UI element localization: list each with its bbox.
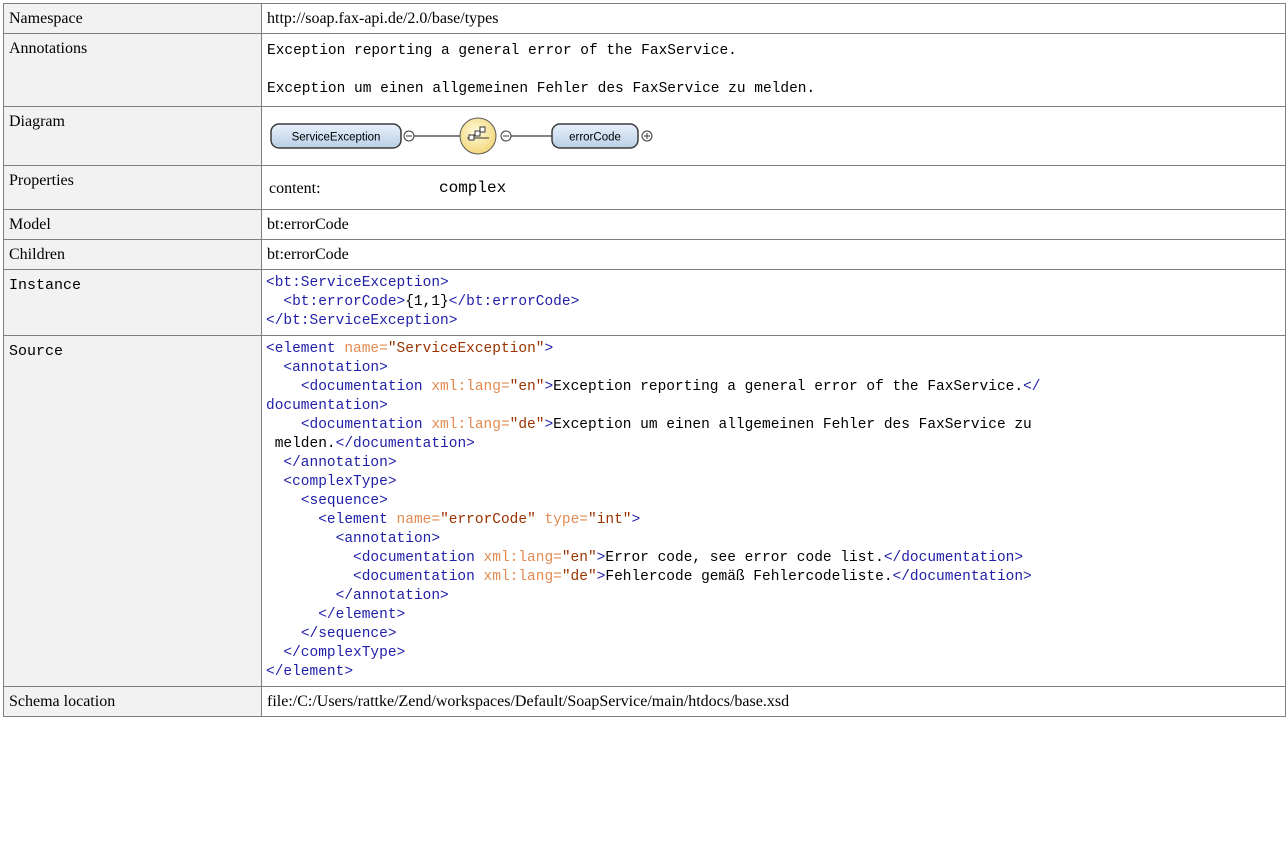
diagram-label: Diagram xyxy=(3,106,262,166)
properties-cell: content: complex xyxy=(261,165,1286,210)
schema-properties-table: Namespace http://soap.fax-api.de/2.0/bas… xyxy=(3,3,1286,717)
instance-code: <bt:ServiceException> <bt:errorCode>{1,1… xyxy=(266,275,580,329)
annotations-value: Exception reporting a general error of t… xyxy=(261,33,1286,107)
children-label: Children xyxy=(3,239,262,270)
property-content: content: complex xyxy=(267,171,1280,204)
children-value: bt:errorCode xyxy=(261,239,1286,270)
source-label: Source xyxy=(3,335,262,687)
source-cell: <element name="ServiceException"> <annot… xyxy=(261,335,1286,687)
row-instance: Instance <bt:ServiceException> <bt:error… xyxy=(3,269,1286,336)
annotation-de: Exception um einen allgemeinen Fehler de… xyxy=(267,81,816,97)
properties-label: Properties xyxy=(3,165,262,210)
schema-diagram: ServiceException errorCode xyxy=(267,112,1280,160)
row-properties: Properties content: complex xyxy=(3,165,1286,210)
row-namespace: Namespace http://soap.fax-api.de/2.0/bas… xyxy=(3,3,1286,34)
element-box-errorcode[interactable]: errorCode xyxy=(551,123,639,149)
sequence-compositor-icon[interactable] xyxy=(459,117,497,155)
model-value: bt:errorCode xyxy=(261,209,1286,240)
sequence-collapse-icon[interactable] xyxy=(500,130,512,142)
instance-cell: <bt:ServiceException> <bt:errorCode>{1,1… xyxy=(261,269,1286,336)
row-model: Model bt:errorCode xyxy=(3,209,1286,240)
model-label: Model xyxy=(3,209,262,240)
schema-diagram-svg: ServiceException errorCode xyxy=(270,117,653,155)
annotations-label: Annotations xyxy=(3,33,262,107)
collapse-icon[interactable] xyxy=(403,130,415,142)
element-box-serviceexception[interactable]: ServiceException xyxy=(270,123,402,149)
diagram-cell: ServiceException errorCode xyxy=(261,106,1286,166)
child-name-text: errorCode xyxy=(569,132,621,144)
expand-icon[interactable] xyxy=(641,130,653,142)
row-children: Children bt:errorCode xyxy=(3,239,1286,270)
property-key: content: xyxy=(269,180,321,197)
row-source: Source <element name="ServiceException">… xyxy=(3,335,1286,687)
source-code: <element name="ServiceException"> <annot… xyxy=(266,341,1041,680)
element-name-text: ServiceException xyxy=(292,132,381,144)
row-annotations: Annotations Exception reporting a genera… xyxy=(3,33,1286,107)
namespace-value: http://soap.fax-api.de/2.0/base/types xyxy=(261,3,1286,34)
property-value: complex xyxy=(439,179,507,197)
schema-location-value: file:/C:/Users/rattke/Zend/workspaces/De… xyxy=(261,686,1286,717)
row-schema-location: Schema location file:/C:/Users/rattke/Ze… xyxy=(3,686,1286,717)
namespace-label: Namespace xyxy=(3,3,262,34)
schema-location-label: Schema location xyxy=(3,686,262,717)
instance-label: Instance xyxy=(3,269,262,336)
annotation-en: Exception reporting a general error of t… xyxy=(267,43,737,59)
row-diagram: Diagram ServiceException errorCode xyxy=(3,106,1286,166)
